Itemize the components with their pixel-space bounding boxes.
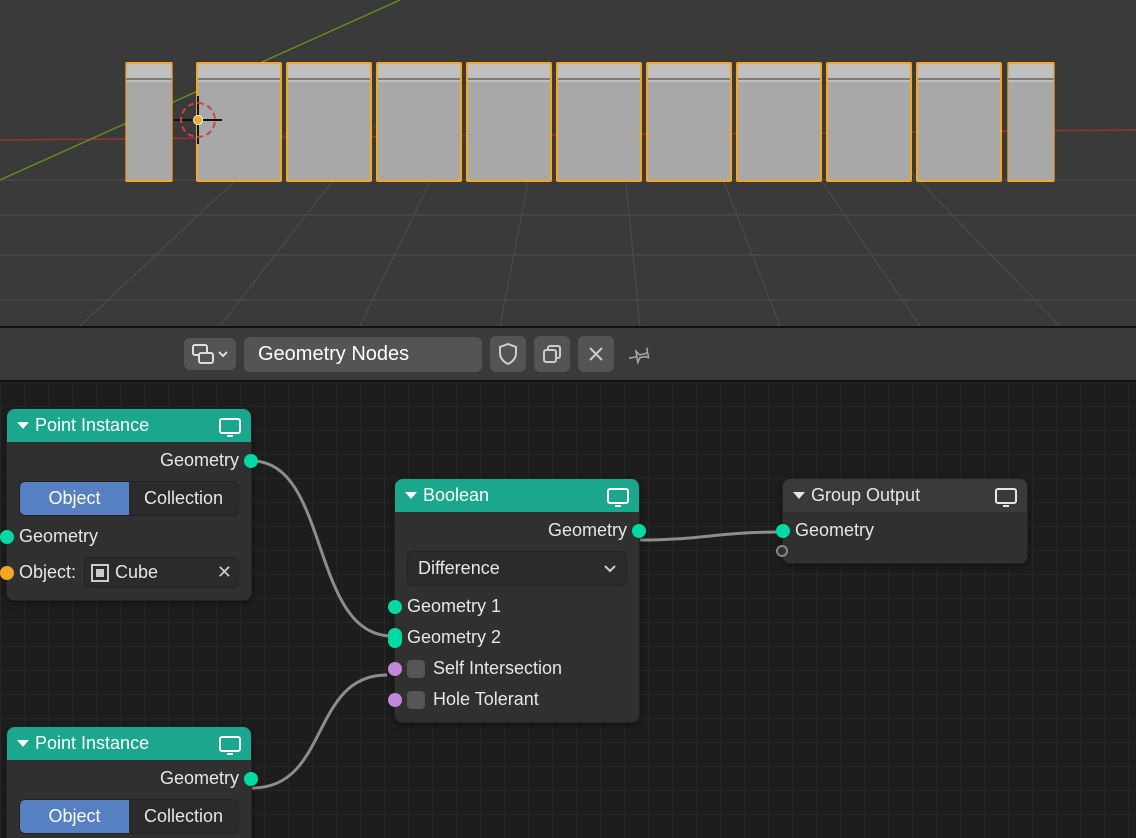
node-header[interactable]: Point Instance [7,409,251,442]
socket-out-geometry[interactable]: Geometry [407,520,627,541]
node-title: Point Instance [35,733,149,754]
node-title: Group Output [811,485,920,506]
node-editor-canvas[interactable]: Point Instance Geometry Object Collectio… [0,382,1136,838]
object-picker[interactable]: Cube ✕ [84,557,239,588]
nodetree-name-input[interactable]: Geometry Nodes [244,337,482,372]
seg-object[interactable]: Object [20,800,129,833]
preview-toggle-icon[interactable] [219,736,241,752]
seg-object[interactable]: Object [20,482,129,515]
checkbox[interactable] [407,660,425,678]
clear-object-button[interactable]: ✕ [217,562,232,583]
collapse-triangle-icon[interactable] [17,740,29,747]
checkbox[interactable] [407,691,425,709]
pin-button[interactable] [622,336,658,372]
mesh-data-icon [91,564,109,582]
socket-in-geometry[interactable]: Geometry [795,520,1015,541]
socket-in-geometry[interactable]: Geometry [19,526,239,547]
cube-instances [124,62,1074,182]
seg-collection[interactable]: Collection [129,800,238,833]
socket-out-geometry[interactable]: Geometry [19,450,239,471]
shield-fakeuser-button[interactable] [490,336,526,372]
socket-in-object[interactable]: Object: Cube ✕ [19,557,239,588]
node-editor-header: Geometry Nodes [0,326,1136,382]
collapse-triangle-icon[interactable] [405,492,417,499]
preview-toggle-icon[interactable] [607,488,629,504]
node-title: Point Instance [35,415,149,436]
node-group-output[interactable]: Group Output Geometry [782,478,1028,564]
boolean-mode-dropdown[interactable]: Difference [407,551,627,586]
instance-type-segmented[interactable]: Object Collection [19,799,239,834]
node-title: Boolean [423,485,489,506]
chevron-down-icon [604,564,616,574]
socket-in-geometry-2[interactable]: Geometry 2 [407,627,627,648]
node-header[interactable]: Group Output [783,479,1027,512]
socket-in-self-intersection[interactable]: Self Intersection [407,658,627,679]
node-boolean[interactable]: Boolean Geometry Difference Geometry 1 G… [394,478,640,723]
node-point-instance-2[interactable]: Point Instance Geometry Object Collectio… [6,726,252,838]
collapse-triangle-icon[interactable] [17,422,29,429]
collapse-triangle-icon[interactable] [793,492,805,499]
socket-in-geometry-1[interactable]: Geometry 1 [407,596,627,617]
unlink-nodetree-button[interactable] [578,336,614,372]
preview-toggle-icon[interactable] [995,488,1017,504]
instance-type-segmented[interactable]: Object Collection [19,481,239,516]
socket-out-geometry[interactable]: Geometry [19,768,239,789]
object-value: Cube [115,562,158,583]
node-header[interactable]: Point Instance [7,727,251,760]
browse-nodetree-button[interactable] [184,338,236,370]
seg-collection[interactable]: Collection [129,482,238,515]
preview-toggle-icon[interactable] [219,418,241,434]
node-header[interactable]: Boolean [395,479,639,512]
node-point-instance-1[interactable]: Point Instance Geometry Object Collectio… [6,408,252,601]
chevron-down-icon [218,349,228,359]
duplicate-nodetree-button[interactable] [534,336,570,372]
socket-in-hole-tolerant[interactable]: Hole Tolerant [407,689,627,710]
viewport-3d[interactable] [0,0,1136,326]
